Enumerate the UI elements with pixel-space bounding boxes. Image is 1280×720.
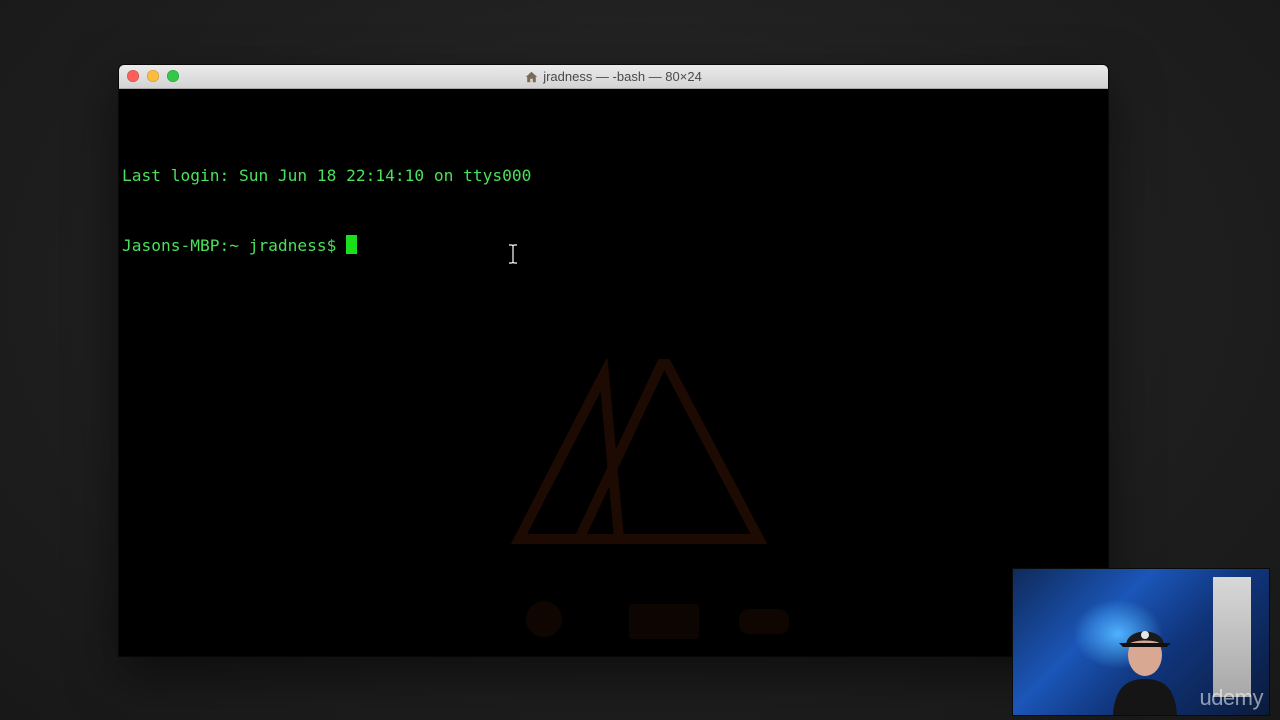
window-title: jradness — -bash — 80×24	[543, 69, 702, 84]
terminal-window[interactable]: jradness — -bash — 80×24 Last login: Sun…	[119, 65, 1108, 656]
shell-prompt: Jasons-MBP:~ jradness$	[122, 236, 347, 255]
window-title-group: jradness — -bash — 80×24	[119, 65, 1108, 88]
home-icon	[525, 71, 538, 83]
title-bar[interactable]: jradness — -bash — 80×24	[119, 65, 1108, 89]
terminal-line-last-login: Last login: Sun Jun 18 22:14:10 on ttys0…	[122, 165, 532, 185]
webcam-video-overlay: udemy	[1012, 568, 1270, 716]
ibeam-mouse-cursor-icon	[509, 244, 517, 264]
terminal-prompt-line[interactable]: Jasons-MBP:~ jradness$	[122, 234, 1108, 258]
background-logo-art	[510, 359, 789, 639]
terminal-output[interactable]: Last login: Sun Jun 18 22:14:10 on ttys0…	[119, 89, 1108, 656]
text-cursor	[346, 235, 358, 254]
desktop-background: jradness — -bash — 80×24 Last login: Sun…	[0, 0, 1280, 720]
presenter-video-figure	[1113, 631, 1177, 715]
udemy-watermark: udemy	[1199, 685, 1263, 710]
webcam-background-door	[1213, 577, 1251, 697]
